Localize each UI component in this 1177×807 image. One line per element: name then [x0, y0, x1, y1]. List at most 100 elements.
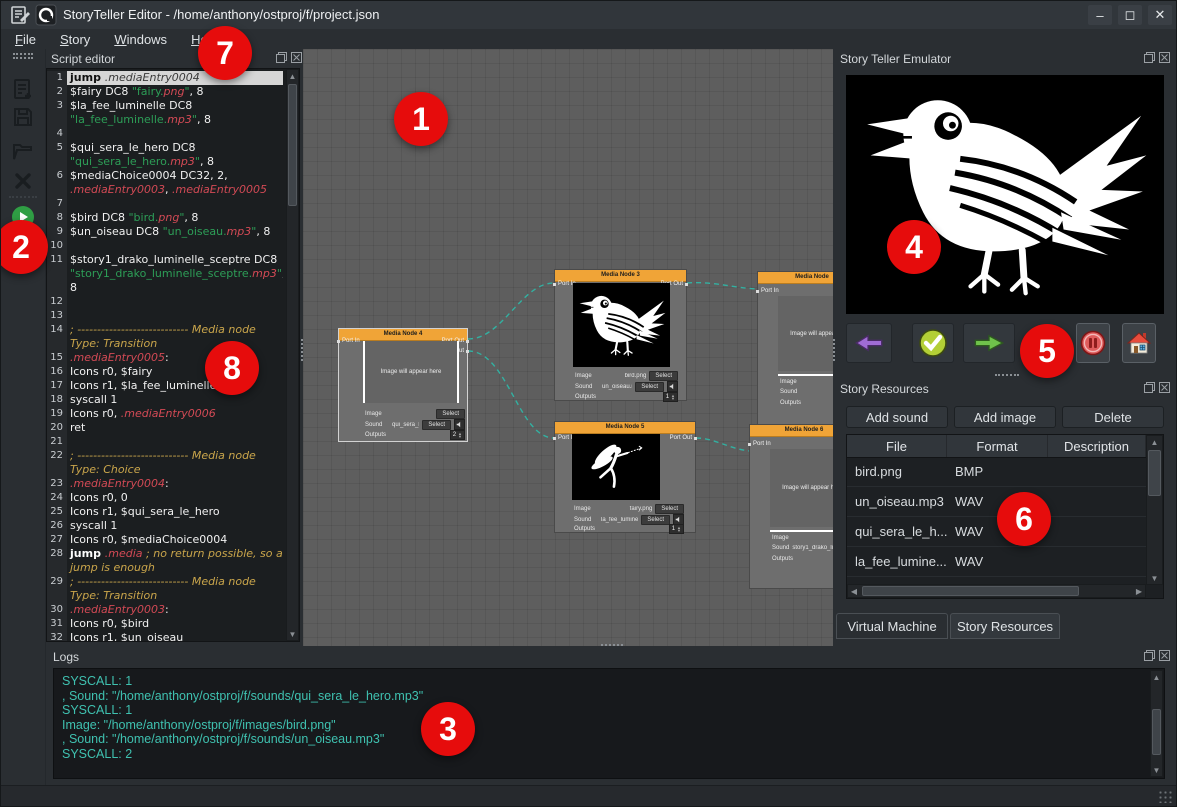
scroll-left-icon[interactable]: ◀	[848, 585, 860, 597]
code-line[interactable]: 9$un_oiseau DC8 "un_oiseau.mp3", 8	[47, 225, 283, 239]
select-button[interactable]: Select	[641, 515, 670, 525]
float-icon[interactable]	[1144, 382, 1155, 393]
select-button[interactable]: Select	[436, 409, 465, 419]
code-line[interactable]: 29; ---------------------------- Media n…	[47, 575, 283, 589]
script-editor[interactable]: 1jump .mediaEntry00042$fairy DC8 "fairy.…	[46, 68, 300, 642]
add-sound-button[interactable]: Add sound	[846, 406, 948, 428]
logs-scrollbar[interactable]: ▲ ▼	[1150, 670, 1163, 777]
code-line[interactable]: 27Icons r0, $mediaChoice0004	[47, 533, 283, 547]
select-button[interactable]: Select	[635, 382, 664, 392]
ok-button[interactable]	[912, 323, 954, 363]
tab-story-resources[interactable]: Story Resources	[950, 613, 1060, 639]
code-line[interactable]: 30.mediaEntry0003:	[47, 603, 283, 617]
outputs-spinner[interactable]: 1▲▼	[669, 524, 684, 534]
code-line[interactable]: 22; ---------------------------- Media n…	[47, 449, 283, 463]
table-row[interactable]: un_oiseau.mp3WAV	[847, 487, 1146, 517]
code-line[interactable]: 8	[47, 281, 283, 295]
toolbar-grip[interactable]	[13, 53, 33, 55]
close-button[interactable]: ✕	[1148, 5, 1172, 25]
outputs-spinner[interactable]: 2▲▼	[450, 430, 465, 440]
minimize-button[interactable]: –	[1088, 5, 1112, 25]
code-line[interactable]: 10	[47, 239, 283, 253]
code-line[interactable]: jump is enough	[47, 561, 283, 575]
code-line[interactable]: 12	[47, 295, 283, 309]
close-project-icon[interactable]	[11, 169, 35, 193]
code-line[interactable]: "story1_drako_luminelle_sceptre.mp3",	[47, 267, 283, 281]
code-line[interactable]: 2$fairy DC8 "fairy.png", 8	[47, 85, 283, 99]
code-line[interactable]: 1jump .mediaEntry0004	[47, 71, 283, 85]
script-editor-scrollbar[interactable]: ▲ ▼	[286, 69, 299, 641]
code-line[interactable]: 31Icons r0, $bird	[47, 617, 283, 631]
add-image-button[interactable]: Add image	[954, 406, 1056, 428]
scroll-down-icon[interactable]: ▼	[1151, 764, 1162, 776]
node-title[interactable]: Media Node 5	[555, 422, 695, 434]
column-header-format[interactable]: Format	[947, 435, 1048, 457]
column-header-file[interactable]: File	[847, 435, 947, 457]
code-line[interactable]: .mediaEntry0003, .mediaEntry0005	[47, 183, 283, 197]
home-button[interactable]	[1122, 323, 1156, 363]
code-line[interactable]: 24Icons r0, 0	[47, 491, 283, 505]
new-script-icon[interactable]	[11, 77, 35, 101]
code-line[interactable]: 7	[47, 197, 283, 211]
node-title[interactable]: Media Node	[758, 272, 833, 284]
scroll-right-icon[interactable]: ▶	[1133, 585, 1145, 597]
table-vscrollbar[interactable]: ▲ ▼	[1146, 435, 1163, 585]
maximize-button[interactable]: ◻	[1118, 5, 1142, 25]
close-icon[interactable]	[291, 52, 302, 63]
table-row[interactable]: bird.pngBMP	[847, 457, 1146, 487]
table-hscrollbar[interactable]: ◀ ▶	[847, 584, 1146, 598]
code-line[interactable]: 21	[47, 435, 283, 449]
code-line[interactable]: 13	[47, 309, 283, 323]
node-title[interactable]: Media Node 6	[750, 425, 833, 437]
title-bar[interactable]: StoryTeller Editor - /home/anthony/ostpr…	[1, 1, 1177, 30]
scroll-down-icon[interactable]: ▼	[1147, 572, 1162, 584]
code-line[interactable]: "la_fee_luminelle.mp3", 8	[47, 113, 283, 127]
scroll-up-icon[interactable]: ▲	[287, 70, 298, 82]
code-line[interactable]: 4	[47, 127, 283, 141]
media-node-5[interactable]: Media Node 5 Port In Port Out Image fair…	[554, 421, 696, 533]
scroll-down-icon[interactable]: ▼	[287, 628, 298, 640]
select-button[interactable]: Select	[655, 504, 684, 514]
forward-button[interactable]	[963, 323, 1015, 363]
code-line[interactable]: 5$qui_sera_le_hero DC8	[47, 141, 283, 155]
float-icon[interactable]	[1144, 52, 1155, 63]
code-line[interactable]: 26syscall 1	[47, 519, 283, 533]
code-line[interactable]: 14; ---------------------------- Media n…	[47, 323, 283, 337]
media-node-partial[interactable]: Media Node Port In Image will appear her…	[757, 271, 833, 431]
code-line[interactable]: Type: Transition	[47, 589, 283, 603]
splitter-handle[interactable]	[833, 339, 835, 361]
code-line[interactable]: 8$bird DC8 "bird.png", 8	[47, 211, 283, 225]
code-line[interactable]: 20ret	[47, 421, 283, 435]
menu-item-file[interactable]: File	[15, 32, 36, 47]
select-button[interactable]: Select	[649, 371, 678, 381]
media-node-4[interactable]: Media Node 4 Port In Port Out Port Out I…	[338, 328, 468, 442]
back-button[interactable]	[846, 323, 892, 363]
code-line[interactable]: 11$story1_drako_luminelle_sceptre DC8	[47, 253, 283, 267]
splitter-handle[interactable]	[995, 374, 1019, 376]
splitter-handle[interactable]	[601, 644, 623, 646]
code-line[interactable]: 3$la_fee_luminelle DC8	[47, 99, 283, 113]
scroll-up-icon[interactable]: ▲	[1147, 436, 1162, 448]
float-icon[interactable]	[1144, 650, 1155, 661]
code-line[interactable]: 6$mediaChoice0004 DC32, 2,	[47, 169, 283, 183]
pause-button[interactable]	[1076, 323, 1110, 363]
code-line[interactable]: 28jump .media ; no return possible, so a	[47, 547, 283, 561]
column-header-description[interactable]: Description	[1048, 435, 1146, 457]
close-icon[interactable]	[1159, 382, 1170, 393]
table-header[interactable]: FileFormatDescription	[847, 435, 1163, 458]
node-canvas[interactable]: Media Node 4 Port In Port Out Port Out I…	[303, 49, 833, 646]
close-icon[interactable]	[1159, 650, 1170, 661]
open-folder-icon[interactable]	[11, 139, 35, 163]
menu-item-story[interactable]: Story	[60, 32, 90, 47]
code-line[interactable]: 18syscall 1	[47, 393, 283, 407]
code-line[interactable]: Type: Choice	[47, 463, 283, 477]
code-line[interactable]: 32Icons r1, $un_oiseau	[47, 631, 283, 642]
code-line[interactable]: 19Icons r0, .mediaEntry0006	[47, 407, 283, 421]
resize-grip[interactable]	[1158, 790, 1172, 803]
delete-button[interactable]: Delete	[1062, 406, 1164, 428]
speaker-icon[interactable]	[454, 419, 465, 430]
speaker-icon[interactable]	[667, 381, 678, 392]
float-icon[interactable]	[276, 52, 287, 63]
close-icon[interactable]	[1159, 52, 1170, 63]
select-button[interactable]: Select	[422, 420, 451, 430]
